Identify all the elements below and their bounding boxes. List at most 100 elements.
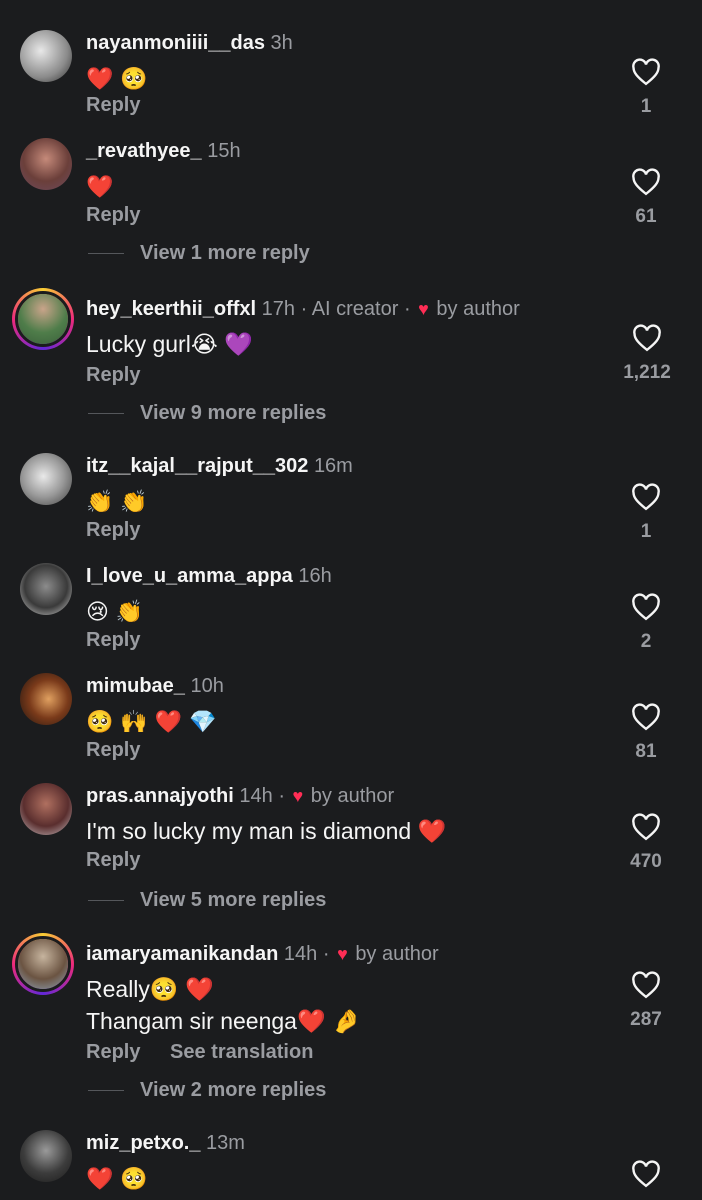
view-more-replies[interactable]: View 5 more replies — [88, 889, 326, 912]
comment-actions: Reply — [86, 364, 164, 387]
username[interactable]: pras.annajyothi — [86, 785, 234, 807]
comment-text: ❤️ 🥺 — [86, 67, 148, 92]
avatar[interactable] — [20, 783, 72, 835]
creator-tag: · AI creator · — [300, 298, 411, 320]
username[interactable]: I_love_u_amma_appa — [86, 565, 293, 587]
comment-actions: Reply — [86, 849, 164, 872]
like-count: 1 — [640, 96, 652, 117]
comment-header: miz_petxo._ 13m — [86, 1130, 245, 1156]
avatar[interactable] — [20, 673, 72, 725]
heart-icon[interactable] — [631, 593, 661, 621]
by-author-label: by author — [436, 298, 520, 320]
separator-dot: · — [278, 785, 285, 807]
timestamp: 15h — [207, 140, 241, 162]
comment-header: _revathyee_ 15h — [86, 138, 241, 164]
avatar[interactable] — [20, 563, 72, 615]
comment-text: Really🥺 ❤️ — [86, 976, 214, 1002]
reply-button[interactable]: Reply — [86, 739, 140, 761]
by-author-label: by author — [310, 785, 395, 807]
like-area: 470 — [614, 813, 678, 873]
like-area: 81 — [614, 703, 678, 763]
separator-dot: · — [322, 943, 330, 965]
avatar[interactable] — [20, 453, 72, 505]
view-more-replies[interactable]: View 2 more replies — [88, 1079, 326, 1102]
reply-button[interactable]: Reply — [86, 849, 140, 871]
reply-button[interactable]: Reply — [86, 94, 140, 116]
heart-icon[interactable] — [632, 324, 662, 352]
comment-actions: Reply — [86, 94, 164, 117]
username[interactable]: nayanmoniiii__das — [86, 32, 265, 54]
comment-text: 👏 👏 — [86, 490, 148, 515]
author-liked-heart-icon: ♥ — [292, 786, 304, 806]
like-count: 287 — [630, 1009, 662, 1030]
heart-icon[interactable] — [631, 168, 661, 196]
heart-icon[interactable] — [631, 58, 661, 86]
comment-text: 😢 👏 — [86, 600, 144, 625]
heart-icon[interactable] — [631, 1160, 661, 1188]
reply-button[interactable]: Reply — [86, 204, 140, 226]
comment-header: itz__kajal__rajput__302 16m — [86, 453, 353, 479]
divider-line — [88, 253, 124, 255]
avatar[interactable] — [20, 138, 72, 190]
username[interactable]: miz_petxo._ — [86, 1132, 200, 1154]
like-area: 61 — [614, 168, 678, 228]
comment-actions: Reply — [86, 629, 164, 652]
like-area: 1 — [614, 483, 678, 543]
see-translation-button[interactable]: See translation — [170, 1041, 313, 1063]
username[interactable]: mimubae_ — [86, 675, 185, 697]
like-count: 61 — [635, 206, 657, 227]
avatar[interactable] — [20, 1130, 72, 1182]
avatar[interactable] — [20, 30, 72, 82]
view-more-replies[interactable]: View 1 more reply — [88, 242, 310, 265]
divider-line — [88, 413, 124, 415]
comment-text: I'm so lucky my man is diamond ❤️ — [86, 818, 447, 844]
username[interactable]: itz__kajal__rajput__302 — [86, 455, 308, 477]
author-liked-heart-icon: ♥ — [418, 299, 429, 319]
timestamp: 3h — [270, 32, 293, 54]
comment-header: iamaryamanikandan 14h · ♥ by author — [86, 941, 439, 967]
reply-button[interactable]: Reply — [86, 1041, 140, 1063]
timestamp: 17h — [261, 298, 296, 320]
comment-actions: Reply — [86, 204, 164, 227]
heart-icon[interactable] — [631, 813, 661, 841]
reply-button[interactable]: Reply — [86, 629, 140, 651]
heart-icon[interactable] — [631, 483, 661, 511]
comment-text: ❤️ 🥺 — [86, 1167, 148, 1192]
author-liked-heart-icon: ♥ — [337, 944, 348, 964]
like-count: 1 — [640, 521, 652, 542]
timestamp: 14h — [283, 943, 318, 965]
like-area — [614, 1160, 678, 1188]
comment-text: 🥺 🙌 ❤️ 💎 — [86, 710, 217, 735]
divider-line — [88, 900, 124, 902]
heart-icon[interactable] — [631, 971, 661, 999]
reply-button[interactable]: Reply — [86, 364, 140, 386]
view-more-replies[interactable]: View 9 more replies — [88, 402, 326, 425]
username[interactable]: hey_keerthii_offxl — [86, 298, 256, 320]
like-count: 470 — [630, 851, 662, 872]
username[interactable]: _revathyee_ — [86, 140, 202, 162]
comment-text: Lucky gurl😭 💜 — [86, 331, 253, 357]
comment-actions: Reply — [86, 519, 164, 542]
by-author-label: by author — [355, 943, 439, 965]
avatar-story-ring[interactable] — [12, 288, 74, 350]
like-area: 2 — [614, 593, 678, 653]
timestamp: 14h — [239, 785, 273, 807]
timestamp: 16m — [313, 455, 353, 477]
timestamp: 16h — [298, 565, 332, 587]
comment-text: ❤️ — [86, 175, 114, 200]
like-area: 1,212 — [602, 324, 692, 384]
comment-header: I_love_u_amma_appa 16h — [86, 563, 332, 589]
username[interactable]: iamaryamanikandan — [86, 943, 278, 965]
comment-actions: Reply — [86, 739, 164, 762]
like-count: 1,212 — [623, 362, 671, 383]
heart-icon[interactable] — [631, 703, 661, 731]
comment-header: mimubae_ 10h — [86, 673, 224, 699]
avatar-story-ring[interactable] — [12, 933, 74, 995]
reply-button[interactable]: Reply — [86, 519, 140, 541]
comment-text-line-2: Thangam sir neenga❤️ 🤌 — [86, 1008, 361, 1034]
comment-header: hey_keerthii_offxl 17h · AI creator · ♥ … — [86, 296, 520, 322]
comment-header: nayanmoniiii__das 3h — [86, 30, 293, 56]
like-count: 2 — [640, 631, 652, 652]
divider-line — [88, 1090, 124, 1092]
like-area: 1 — [614, 58, 678, 118]
